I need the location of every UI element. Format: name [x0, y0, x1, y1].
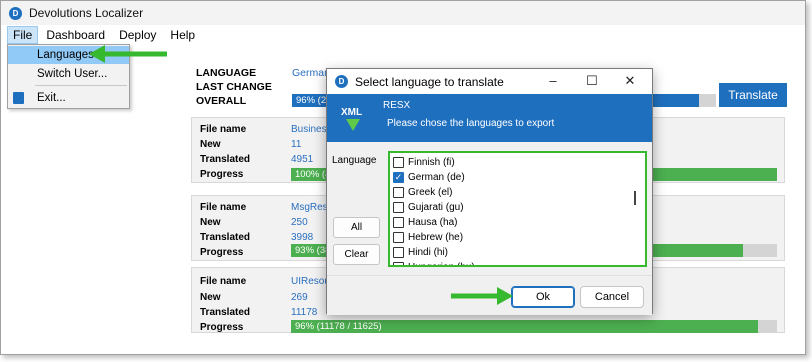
language-label: Hausa (ha): [408, 216, 458, 228]
language-list-item[interactable]: Hindi (hi): [393, 245, 448, 259]
menu-file[interactable]: File: [7, 26, 39, 44]
clear-button[interactable]: Clear: [333, 244, 380, 265]
language-label: Hindi (hi): [408, 246, 449, 258]
format-label: RESX: [383, 100, 411, 111]
language-list-item[interactable]: Finnish (fi): [393, 155, 455, 169]
menu-deploy[interactable]: Deploy: [113, 26, 162, 44]
devolutions-logo-icon: D: [335, 75, 348, 88]
file-name-label: File name: [200, 276, 247, 287]
new-label: New: [200, 217, 221, 228]
select-language-dialog: D Select language to translate – ☐ ✕ XML…: [326, 68, 653, 315]
last-change-label: LAST CHANGE: [196, 81, 272, 93]
menu-separator: [35, 85, 127, 86]
progress-text: 96% (11178 / 11625): [295, 321, 382, 332]
language-list-item[interactable]: Hebrew (he): [393, 230, 463, 244]
devolutions-logo-icon: D: [9, 6, 22, 20]
menu-item-switch-user[interactable]: Switch User...: [8, 65, 129, 83]
new-value[interactable]: 269: [291, 292, 308, 303]
language-label: Gujarati (gu): [408, 201, 464, 213]
progress-label: Progress: [200, 247, 244, 258]
cancel-button[interactable]: Cancel: [580, 286, 644, 308]
file-name-label: File name: [200, 202, 247, 213]
translated-label: Translated: [200, 307, 251, 318]
file-name-value[interactable]: UIResou: [291, 276, 330, 287]
language-list-item[interactable]: Hungarian (hu): [393, 260, 475, 267]
language-label: Hebrew (he): [408, 231, 464, 243]
language-label: Hungarian (hu): [408, 261, 475, 267]
file-name-label: File name: [200, 124, 247, 135]
scrollbar-thumb[interactable]: [634, 191, 636, 205]
translate-button[interactable]: Translate: [719, 83, 787, 107]
new-value[interactable]: 11: [291, 139, 301, 150]
maximize-icon[interactable]: ☐: [584, 73, 600, 89]
language-list-item[interactable]: Gujarati (gu): [393, 200, 464, 214]
language-field-label: Language: [332, 155, 377, 166]
checkbox-checked-icon[interactable]: ✓: [393, 171, 404, 183]
new-value[interactable]: 250: [291, 217, 308, 228]
checkbox-icon[interactable]: [393, 216, 404, 228]
translated-label: Translated: [200, 154, 251, 165]
language-label: German (de): [408, 171, 465, 183]
checkbox-icon[interactable]: [393, 231, 404, 243]
language-list[interactable]: Finnish (fi) ✓ German (de) Greek (el) Gujara…: [388, 151, 647, 267]
checkbox-icon[interactable]: [393, 186, 404, 198]
checkbox-icon[interactable]: [393, 246, 404, 258]
language-label: Finnish (fi): [408, 156, 455, 168]
app-window: D Devolutions Localizer File Dashboard D…: [0, 0, 806, 355]
select-all-button[interactable]: All: [333, 217, 380, 238]
language-label: Greek (el): [408, 186, 453, 198]
progress-label: Progress: [200, 169, 244, 180]
annotation-arrow-icon: [89, 45, 167, 63]
title-bar: D Devolutions Localizer: [1, 1, 805, 25]
menu-help[interactable]: Help: [164, 26, 201, 44]
checkbox-icon[interactable]: [393, 201, 404, 213]
new-label: New: [200, 292, 221, 303]
menu-bar: File Dashboard Deploy Help: [1, 25, 805, 45]
checkbox-icon[interactable]: [393, 156, 404, 168]
instruction-text: Please chose the languages to export: [387, 118, 555, 129]
annotation-arrow-icon: [451, 287, 513, 305]
new-label: New: [200, 139, 221, 150]
checkbox-icon[interactable]: [393, 261, 404, 265]
progress-bar: 96% (11178 / 11625): [291, 320, 777, 333]
translated-label: Translated: [200, 232, 251, 243]
progress-label: Progress: [200, 322, 244, 333]
menu-item-exit[interactable]: Exit...: [8, 89, 129, 107]
xml-icon-label: XML: [341, 107, 363, 118]
translated-value[interactable]: 3998: [291, 232, 313, 243]
down-arrow-icon: [346, 119, 360, 131]
language-list-item[interactable]: Hausa (ha): [393, 215, 457, 229]
translated-value[interactable]: 11178: [291, 307, 317, 318]
translated-value[interactable]: 4951: [291, 154, 313, 165]
language-list-item[interactable]: ✓ German (de): [393, 170, 465, 184]
dialog-header: XML RESX Please chose the languages to e…: [327, 94, 652, 142]
close-icon[interactable]: ✕: [622, 73, 638, 89]
window-title: Devolutions Localizer: [29, 6, 144, 20]
minimize-icon[interactable]: –: [545, 73, 561, 88]
dialog-title-bar: D Select language to translate – ☐ ✕: [327, 69, 652, 94]
xml-export-icon: XML: [341, 107, 365, 133]
overall-progress-text: 96% (2: [296, 95, 327, 106]
ok-button[interactable]: Ok: [511, 286, 575, 308]
dialog-title: Select language to translate: [355, 74, 504, 89]
menu-dashboard[interactable]: Dashboard: [40, 26, 111, 44]
file-name-value[interactable]: MsgRes: [291, 202, 328, 213]
language-list-item[interactable]: Greek (el): [393, 185, 452, 199]
